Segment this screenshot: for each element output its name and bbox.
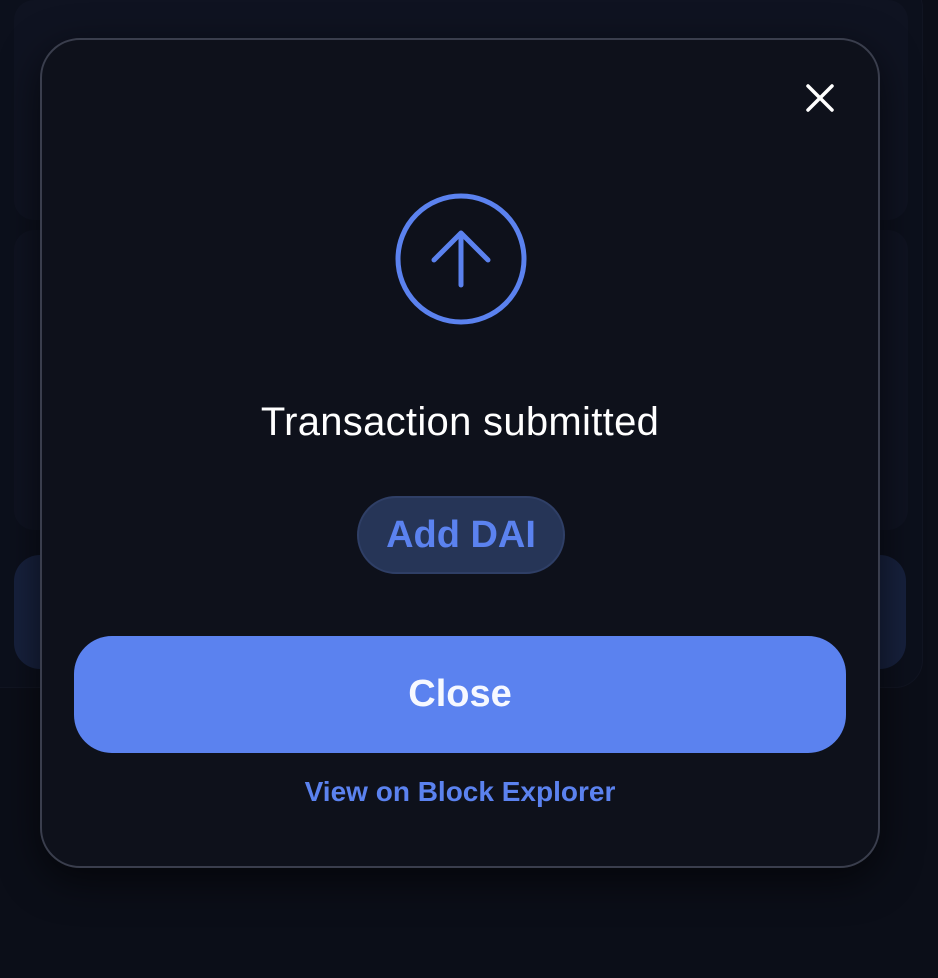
modal-title: Transaction submitted (260, 400, 660, 444)
close-icon (806, 84, 834, 112)
close-button[interactable]: Close (74, 636, 846, 753)
transaction-submitted-modal: Transaction submitted Add DAI Close View… (40, 38, 880, 868)
view-on-explorer-link[interactable]: View on Block Explorer (42, 776, 878, 808)
arrow-up-circle-icon (395, 193, 527, 325)
dismiss-button[interactable] (800, 78, 840, 118)
add-token-button[interactable]: Add DAI (357, 496, 565, 574)
